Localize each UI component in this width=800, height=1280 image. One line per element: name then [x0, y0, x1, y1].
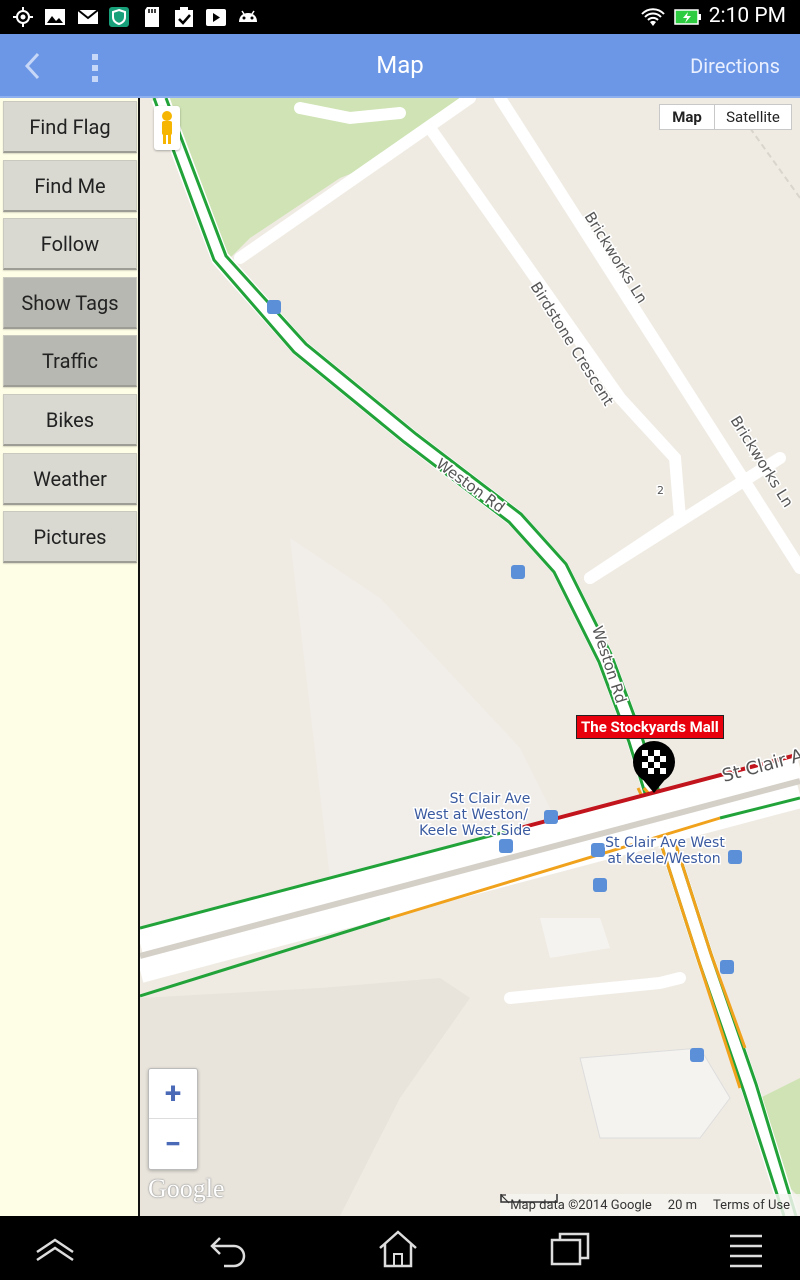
zoom-out-button[interactable]: − — [149, 1119, 197, 1169]
weston-rd-label: Weston Rd — [433, 455, 509, 517]
house-number-label: 2 — [657, 484, 664, 497]
recent-apps-icon[interactable] — [548, 1230, 592, 1268]
marker-label[interactable]: The Stockyards Mall — [576, 715, 724, 739]
brickworks-ln-label: Brickworks Ln — [581, 209, 652, 307]
home-icon[interactable] — [376, 1230, 420, 1268]
sd-card-icon — [145, 7, 159, 27]
bus-stop-label: at Keele/Weston — [607, 851, 720, 867]
map-attribution: Map data ©2014 Google 20 m Terms of Use — [500, 1194, 800, 1216]
scale-text: 20 m — [667, 1197, 698, 1213]
mail-icon — [77, 9, 99, 24]
birdstone-crescent-label: Birdstone Crescent — [527, 279, 618, 409]
weston-rd-label-2: Weston Rd — [588, 624, 630, 706]
map-type-satellite-button[interactable]: Satellite — [714, 104, 792, 130]
find-me-button[interactable]: Find Me — [3, 160, 137, 212]
directions-button[interactable]: Directions — [690, 54, 780, 78]
status-bar: 2:10 PM — [0, 0, 800, 34]
zoom-in-button[interactable]: + — [149, 1069, 197, 1119]
map-canvas: Weston Rd Weston Rd Birdstone Crescent B… — [140, 98, 800, 1216]
pictures-button[interactable]: Pictures — [3, 511, 137, 563]
action-bar: Map Directions — [0, 34, 800, 98]
sidebar: Find Flag Find Me Follow Show Tags Traff… — [0, 98, 140, 1216]
wifi-icon — [641, 8, 665, 26]
play-store-icon — [206, 9, 226, 26]
find-flag-button[interactable]: Find Flag — [3, 101, 137, 153]
image-icon — [45, 9, 65, 25]
bikes-button[interactable]: Bikes — [3, 394, 137, 446]
traffic-button[interactable]: Traffic — [3, 335, 137, 387]
page-title: Map — [376, 51, 424, 79]
menu-icon[interactable] — [724, 1230, 768, 1268]
map-type-map-button[interactable]: Map — [659, 104, 715, 130]
checkbox-icon — [175, 7, 193, 27]
google-logo: Google — [148, 1174, 225, 1203]
bus-stop-label: St Clair Ave West — [605, 835, 725, 851]
weather-button[interactable]: Weather — [3, 453, 137, 505]
map-view[interactable]: Weston Rd Weston Rd Birdstone Crescent B… — [140, 98, 800, 1216]
bus-stop-label: Keele West Side — [419, 823, 531, 839]
back-icon[interactable] — [206, 1230, 250, 1268]
terms-of-use-link[interactable]: Terms of Use — [713, 1198, 790, 1213]
expand-arrow-icon[interactable] — [500, 1194, 510, 1204]
app-switch-up-icon[interactable] — [33, 1230, 77, 1268]
navigation-bar — [0, 1216, 800, 1280]
status-time: 2:10 PM — [708, 4, 786, 28]
battery-charging-icon — [674, 9, 701, 25]
bus-stop-label: West at Weston/ — [414, 807, 528, 823]
gps-icon — [13, 7, 33, 27]
follow-button[interactable]: Follow — [3, 218, 137, 270]
bus-stop-label: St Clair Ave — [450, 791, 531, 807]
shield-app-icon — [109, 7, 129, 27]
android-icon — [239, 10, 257, 22]
show-tags-button[interactable]: Show Tags — [3, 277, 137, 329]
zoom-controls: + − — [148, 1068, 198, 1170]
street-view-pegman-icon[interactable] — [154, 106, 180, 150]
flag-marker-icon[interactable] — [633, 741, 675, 793]
